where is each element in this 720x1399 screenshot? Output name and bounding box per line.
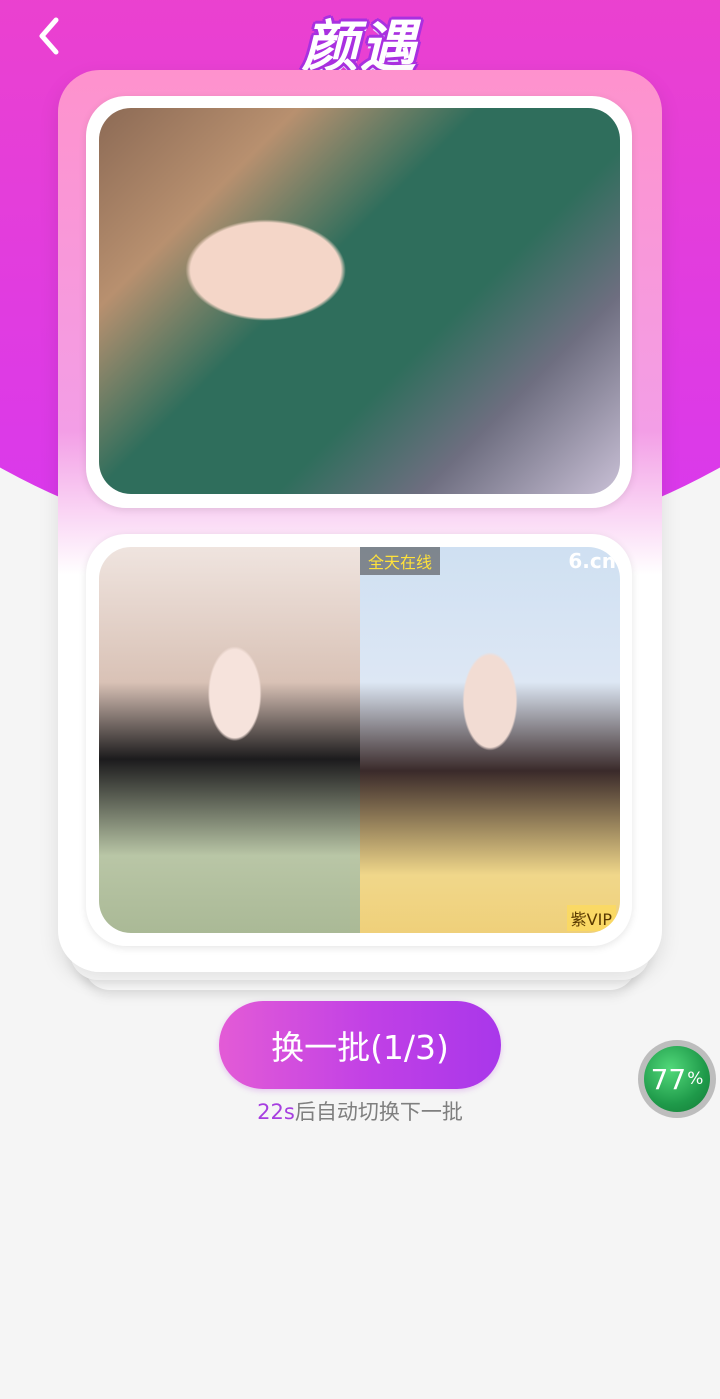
swap-batch-button[interactable]: 换一批(1/3) [219,1001,501,1089]
progress-value: 77 [650,1062,687,1096]
photo-right[interactable]: 全天在线 6.cn 紫VIP [360,547,620,933]
countdown-text: 后自动切换下一批 [294,1100,463,1124]
progress-badge-inner: 77% [644,1046,710,1112]
countdown-seconds: 22s [257,1100,295,1124]
progress-badge[interactable]: 77% [638,1040,716,1118]
vip-badge: 紫VIP [566,905,616,931]
progress-unit: % [687,1069,704,1089]
platform-watermark: 6.cn [568,549,616,573]
online-tag: 全天在线 [360,547,441,575]
photo-left[interactable] [99,547,360,933]
auto-switch-countdown: 22s后自动切换下一批 [0,1096,720,1126]
photo-main[interactable] [99,108,620,494]
